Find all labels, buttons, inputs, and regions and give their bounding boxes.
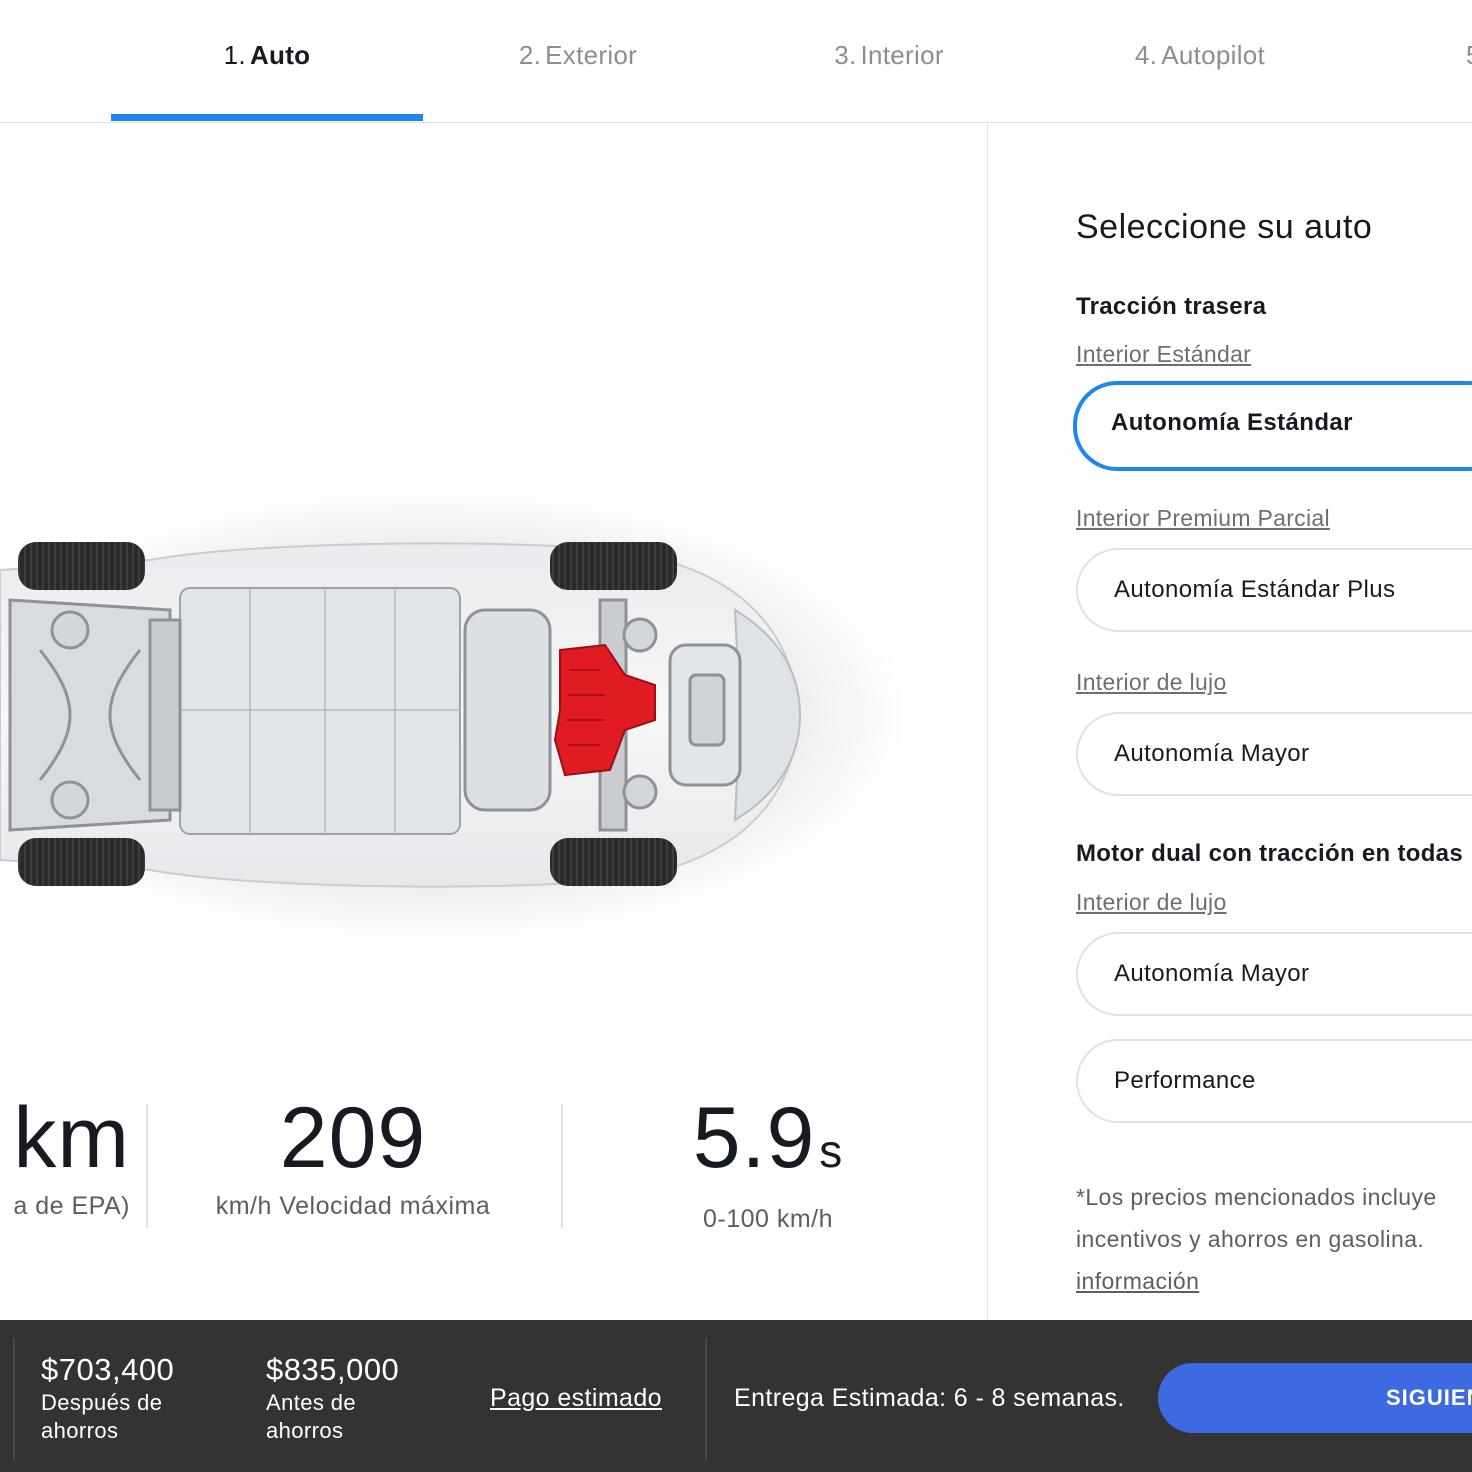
spec-top-speed-value: 209: [279, 1090, 427, 1186]
tab-autopilot[interactable]: 4. Autopilot: [1044, 40, 1356, 80]
disclaimer-line: incentivos y ahorros en gasolina.: [1076, 1226, 1425, 1252]
tab-number: 2.: [518, 40, 542, 70]
step-navigation: 1. Auto 2. Exterior 3. Interior 4. Autopilot…: [0, 0, 1472, 123]
price-caption: ahorros: [266, 1418, 344, 1443]
estimated-payment-link[interactable]: Pago estimado: [490, 1384, 662, 1413]
checkout-bar: $703,400 Después de ahorros $835,000 Ant…: [0, 1320, 1472, 1472]
bar-divider: [13, 1338, 15, 1460]
price-amount: $835,000: [266, 1352, 400, 1387]
spec-top-speed-label: km/h Velocidad máxima: [215, 1192, 491, 1220]
group-title-awd: Motor dual con tracción en todas: [1076, 840, 1463, 867]
link-interior-partial-premium[interactable]: Interior Premium Parcial: [1076, 505, 1330, 532]
price-caption: Después de: [41, 1390, 163, 1415]
tab-label: Exterior: [545, 40, 638, 70]
panel-title: Seleccione su auto: [1076, 208, 1373, 246]
tab-exterior[interactable]: 2. Exterior: [422, 40, 734, 80]
price-caption: Antes de: [266, 1390, 357, 1415]
panel-divider: [987, 122, 988, 1320]
spec-top-speed: 209 km/h Velocidad máxima: [170, 1090, 536, 1221]
tab-number: 1.: [223, 40, 246, 70]
spec-acceleration-label: 0-100 km/h: [702, 1205, 834, 1233]
tab-auto[interactable]: 1. Auto: [111, 40, 423, 80]
price-amount: $703,400: [41, 1352, 175, 1387]
option-long-range-awd[interactable]: Autonomía Mayor: [1076, 932, 1472, 1016]
spec-acceleration: 5.9s 0-100 km/h: [600, 1090, 936, 1234]
spec-acceleration-value: 5.9s: [692, 1090, 844, 1186]
option-long-range[interactable]: Autonomía Mayor: [1076, 712, 1472, 796]
tab-interior[interactable]: 3. Interior: [733, 40, 1045, 80]
bar-divider: [705, 1338, 707, 1460]
tab-number: 3.: [834, 40, 857, 70]
spec-divider: [146, 1104, 148, 1228]
link-interior-luxury-awd[interactable]: Interior de lujo: [1076, 889, 1227, 916]
next-button[interactable]: SIGUIEN: [1158, 1363, 1472, 1433]
disclaimer-line: *Los precios mencionados incluye: [1076, 1184, 1437, 1210]
tab-number: 4.: [1134, 40, 1158, 70]
tab-label: Interior: [860, 40, 944, 70]
tab-label: Auto: [249, 40, 311, 70]
group-title-rwd: Tracción trasera: [1076, 293, 1267, 320]
price-after-savings: $703,400 Después de ahorros: [41, 1352, 174, 1444]
tab-number: 5: [1466, 40, 1472, 70]
spec-range-label: a de EPA): [13, 1192, 130, 1220]
option-standard-range[interactable]: Autonomía Estándar: [1073, 381, 1472, 471]
spec-divider: [561, 1104, 563, 1228]
spec-range: km a de EPA): [0, 1090, 130, 1221]
car-chassis-image: [0, 485, 900, 940]
price-disclaimer: *Los precios mencionados incluye incenti…: [1076, 1176, 1437, 1302]
price-caption: ahorros: [41, 1418, 119, 1443]
estimated-delivery: Entrega Estimada: 6 - 8 semanas.: [734, 1384, 1125, 1412]
tab-step-5[interactable]: 5: [1466, 40, 1472, 80]
active-tab-indicator: [111, 114, 423, 121]
more-info-link[interactable]: información: [1076, 1268, 1199, 1294]
link-interior-standard[interactable]: Interior Estándar: [1076, 341, 1251, 368]
option-performance[interactable]: Performance: [1076, 1039, 1472, 1123]
price-before-savings: $835,000 Antes de ahorros: [266, 1352, 399, 1444]
option-standard-range-plus[interactable]: Autonomía Estándar Plus: [1076, 548, 1472, 632]
spec-range-value: km: [13, 1090, 130, 1186]
link-interior-luxury[interactable]: Interior de lujo: [1076, 669, 1227, 696]
tab-label: Autopilot: [1161, 40, 1266, 70]
